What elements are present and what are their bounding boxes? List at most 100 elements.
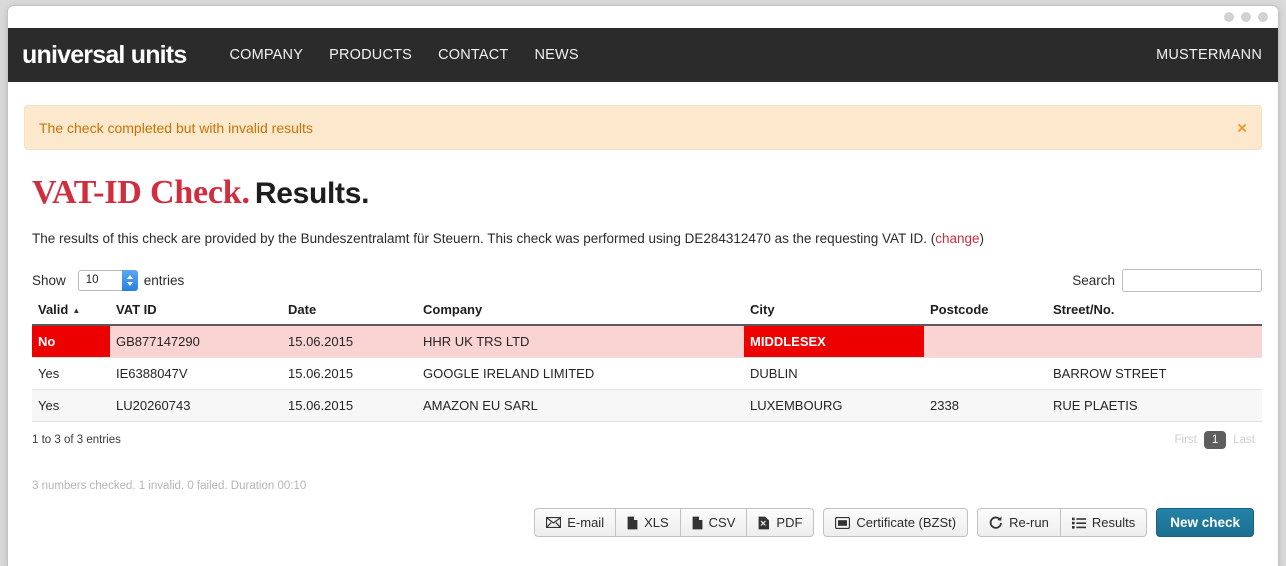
cell-company: GOOGLE IRELAND LIMITED: [417, 358, 744, 390]
page-title: VAT-ID Check.Results.: [32, 176, 1262, 210]
nav-item-company[interactable]: COMPANY: [216, 47, 316, 63]
results-button[interactable]: Results: [1061, 508, 1147, 537]
cell-postcode: [924, 325, 1047, 358]
entries-label: entries: [144, 273, 185, 288]
alert-message: The check completed but with invalid res…: [39, 120, 313, 136]
cell-valid: Yes: [32, 358, 110, 390]
file-icon: [627, 516, 638, 530]
cell-date: 15.06.2015: [282, 390, 417, 422]
cell-vat-id: GB877147290: [110, 325, 282, 358]
pdf-file-icon: [758, 516, 770, 530]
table-header-row: Valid ▲ VAT ID Date Company City Postcode…: [32, 298, 1262, 325]
description-part2: ): [980, 231, 985, 246]
cell-date: 15.06.2015: [282, 358, 417, 390]
column-header-postcode[interactable]: Postcode: [924, 298, 1047, 325]
page-title-secondary: Results.: [255, 177, 369, 210]
main-navbar: universal units COMPANY PRODUCTS CONTACT…: [8, 28, 1278, 82]
change-vat-id-link[interactable]: change: [935, 231, 979, 246]
search-label: Search: [1072, 273, 1115, 288]
window-dot-3[interactable]: [1258, 12, 1268, 22]
cell-valid: Yes: [32, 390, 110, 422]
cell-city: DUBLIN: [744, 358, 924, 390]
csv-button-label: CSV: [709, 515, 736, 530]
rerun-button[interactable]: Re-run: [977, 508, 1061, 537]
title-bar: [8, 6, 1278, 28]
pdf-button[interactable]: PDF: [747, 508, 814, 537]
pdf-button-label: PDF: [776, 515, 802, 530]
alert-banner: The check completed but with invalid res…: [24, 105, 1262, 150]
pagination-first[interactable]: First: [1167, 431, 1203, 449]
cell-company: AMAZON EU SARL: [417, 390, 744, 422]
page-content: The check completed but with invalid res…: [8, 105, 1278, 566]
table-row[interactable]: Yes LU20260743 15.06.2015 AMAZON EU SARL…: [32, 390, 1262, 422]
certificate-button[interactable]: Certificate (BZSt): [823, 508, 968, 537]
description-text: The results of this check are provided b…: [32, 231, 1262, 246]
column-header-valid[interactable]: Valid ▲: [32, 298, 110, 325]
action-button-group: Re-run Results: [977, 508, 1147, 537]
nav-item-products[interactable]: PRODUCTS: [316, 47, 425, 63]
chevron-updown-icon[interactable]: [122, 270, 138, 291]
column-header-date[interactable]: Date: [282, 298, 417, 325]
table-row[interactable]: No GB877147290 15.06.2015 HHR UK TRS LTD…: [32, 325, 1262, 358]
cell-street: BARROW STREET: [1047, 358, 1262, 390]
certificate-button-label: Certificate (BZSt): [856, 515, 956, 530]
entry-count-info: 1 to 3 of 3 entries: [32, 434, 121, 446]
column-label-valid: Valid: [38, 302, 68, 317]
file-icon: [692, 516, 703, 530]
description-part1: The results of this check are provided b…: [32, 231, 935, 246]
cell-postcode: [924, 358, 1047, 390]
export-button-group: E-mail XLS: [534, 508, 814, 537]
window-dot-1[interactable]: [1224, 12, 1234, 22]
column-header-city[interactable]: City: [744, 298, 924, 325]
pagination-page-1[interactable]: 1: [1204, 431, 1226, 449]
email-button-label: E-mail: [567, 515, 604, 530]
column-header-company[interactable]: Company: [417, 298, 744, 325]
cell-vat-id: IE6388047V: [110, 358, 282, 390]
envelope-icon: [546, 517, 561, 528]
cell-company: HHR UK TRS LTD: [417, 325, 744, 358]
close-icon[interactable]: ×: [1237, 119, 1247, 136]
brand-logo[interactable]: universal units: [22, 41, 186, 70]
nav-user-menu[interactable]: MUSTERMANN: [1156, 47, 1262, 63]
cell-city: MIDDLESEX: [744, 325, 924, 358]
window-controls[interactable]: [1224, 12, 1268, 22]
list-icon: [1072, 517, 1086, 529]
email-button[interactable]: E-mail: [534, 508, 616, 537]
results-table: Valid ▲ VAT ID Date Company City Postcode…: [32, 298, 1262, 422]
browser-window: universal units COMPANY PRODUCTS CONTACT…: [8, 6, 1278, 566]
column-header-street[interactable]: Street/No.: [1047, 298, 1262, 325]
pagination: First 1 Last: [1167, 431, 1262, 449]
column-header-vat-id[interactable]: VAT ID: [110, 298, 282, 325]
nav-item-contact[interactable]: CONTACT: [425, 47, 521, 63]
cell-date: 15.06.2015: [282, 325, 417, 358]
window-dot-2[interactable]: [1241, 12, 1251, 22]
xls-button[interactable]: XLS: [616, 508, 681, 537]
results-button-label: Results: [1092, 515, 1135, 530]
cell-valid: No: [32, 325, 110, 358]
table-row[interactable]: Yes IE6388047V 15.06.2015 GOOGLE IRELAND…: [32, 358, 1262, 390]
cell-street: [1047, 325, 1262, 358]
table-footer: 1 to 3 of 3 entries First 1 Last: [32, 431, 1262, 449]
refresh-icon: [989, 516, 1003, 530]
cell-street: RUE PLAETIS: [1047, 390, 1262, 422]
show-entries-control: Show 10 entries: [32, 270, 184, 291]
cell-vat-id: LU20260743: [110, 390, 282, 422]
page-title-primary: VAT-ID Check.: [32, 174, 250, 211]
entries-select-wrapper[interactable]: 10: [72, 270, 138, 291]
table-controls: Show 10 entries Search: [32, 268, 1262, 292]
action-button-bar: E-mail XLS: [24, 508, 1254, 537]
status-summary: 3 numbers checked. 1 invalid. 0 failed. …: [32, 480, 1262, 492]
sort-ascending-icon[interactable]: ▲: [72, 306, 80, 315]
cell-postcode: 2338: [924, 390, 1047, 422]
search-control: Search: [1072, 269, 1262, 292]
nav-item-news[interactable]: NEWS: [521, 47, 591, 63]
inbox-icon: [835, 517, 850, 529]
rerun-button-label: Re-run: [1009, 515, 1049, 530]
cell-city: LUXEMBOURG: [744, 390, 924, 422]
search-input[interactable]: [1122, 269, 1262, 292]
new-check-button[interactable]: New check: [1156, 508, 1254, 537]
csv-button[interactable]: CSV: [681, 508, 748, 537]
xls-button-label: XLS: [644, 515, 669, 530]
show-label: Show: [32, 273, 66, 288]
pagination-last[interactable]: Last: [1226, 431, 1262, 449]
